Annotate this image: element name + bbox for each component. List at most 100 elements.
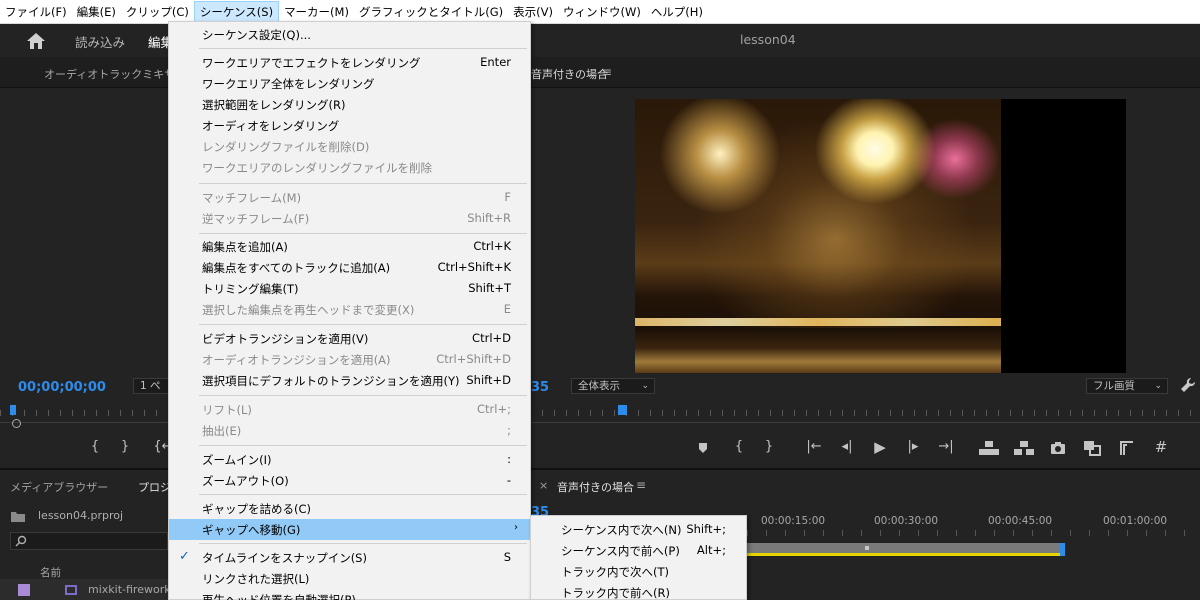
menu-item-auto-select-playhead[interactable]: 再生ヘッド位置を自動選択(P): [169, 589, 530, 600]
quality-select[interactable]: フル画質 ⌄: [1086, 378, 1168, 394]
menu-item-label: 編集点を追加(A): [202, 240, 288, 254]
playhead-marker[interactable]: [618, 405, 627, 415]
zoom-select-value: 全体表示: [578, 380, 620, 392]
extract-icon[interactable]: [1014, 441, 1034, 455]
list-item[interactable]: mixkit-fireworks: [0, 579, 176, 600]
add-marker-icon[interactable]: [697, 442, 709, 454]
menu-item-render-selection[interactable]: 選択範囲をレンダリング(R): [169, 94, 530, 115]
timeline-ruler-ticks: [747, 530, 1200, 536]
submenu-item-previous-in-sequence[interactable]: シーケンス内で前へ(P) Alt+;: [531, 540, 746, 561]
mark-in-button[interactable]: {: [84, 437, 106, 457]
menu-item-render-entire-work-area[interactable]: ワークエリア全体をレンダリング: [169, 73, 530, 94]
menu-edit[interactable]: 編集(E): [72, 1, 121, 23]
submenu-item-next-in-sequence[interactable]: シーケンス内で次へ(N) Shift+;: [531, 519, 746, 540]
menu-item-apply-video-transition[interactable]: ビデオトランジションを適用(V) Ctrl+D: [169, 328, 530, 349]
clip-icon: [65, 585, 77, 595]
wrench-icon[interactable]: [1180, 377, 1196, 393]
step-back-button[interactable]: ◂|: [836, 437, 858, 457]
menu-item-label: 選択した編集点を再生ヘッドまで変更(X): [202, 303, 415, 317]
label-color-swatch[interactable]: [18, 584, 30, 596]
menu-window[interactable]: ウィンドウ(W): [558, 1, 646, 23]
menu-item-snap-in-timeline[interactable]: ✓ タイムラインをスナップイン(S) S: [169, 547, 530, 568]
menu-item-render-effects-in-work-area[interactable]: ワークエリアでエフェクトをレンダリング Enter: [169, 52, 530, 73]
menu-item-shortcut: S: [503, 550, 511, 564]
step-forward-button[interactable]: |▸: [902, 437, 924, 457]
menu-item-trim-edit[interactable]: トリミング編集(T) Shift+T: [169, 278, 530, 299]
submenu-item-label: シーケンス内で次へ(N): [561, 523, 682, 537]
menu-sequence[interactable]: シーケンス(S): [193, 0, 280, 23]
menu-item-extract: 抽出(E);: [169, 420, 530, 441]
menu-item-label: タイムラインをスナップイン(S): [202, 551, 367, 565]
menu-item-render-audio[interactable]: オーディオをレンダリング: [169, 115, 530, 136]
ruler-time-label: 00:00:45:00: [988, 515, 1053, 527]
menu-item-label: レンダリングファイルを削除(D): [202, 140, 370, 154]
menu-separator: [199, 445, 527, 446]
menu-item-linked-selection[interactable]: リンクされた選択(L): [169, 568, 530, 589]
menu-item-apply-default-transitions[interactable]: 選択項目にデフォルトのトランジションを適用(Y) Shift+D: [169, 370, 530, 391]
menu-item-label: リフト(L): [202, 403, 252, 417]
timeline-work-area-bar[interactable]: [747, 543, 1062, 556]
menu-item-label: シーケンス設定(Q)...: [202, 28, 311, 42]
camera-icon[interactable]: [1050, 441, 1066, 455]
zoom-select[interactable]: 全体表示 ⌄: [571, 378, 655, 394]
ruler-time-label: 00:00:30:00: [874, 515, 939, 527]
submenu-item-label: トラック内で次へ(T): [561, 565, 669, 579]
tab-timeline[interactable]: 音声付きの場合: [557, 479, 634, 495]
menu-item-shortcut: E: [503, 302, 511, 316]
work-area-end-handle[interactable]: [1060, 543, 1065, 556]
mark-out-button[interactable]: }: [114, 437, 136, 457]
menu-item-label: マッチフレーム(M): [202, 191, 302, 205]
menu-item-add-edit[interactable]: 編集点を追加(A) Ctrl+K: [169, 236, 530, 257]
program-timecode[interactable]: 35: [531, 380, 549, 395]
timeline-tab-close-icon[interactable]: ×: [539, 479, 548, 492]
zoom-handle[interactable]: [12, 419, 21, 428]
menu-item-shortcut: Ctrl+Shift+K: [437, 260, 511, 274]
menu-view[interactable]: 表示(V): [508, 1, 558, 23]
menu-item-zoom-in[interactable]: ズームイン(I):: [169, 449, 530, 470]
home-icon[interactable]: [26, 32, 46, 50]
tab-program-monitor[interactable]: 音声付きの場合: [531, 66, 608, 82]
column-header-name[interactable]: 名前: [40, 565, 61, 580]
menu-item-label: ズームアウト(O): [202, 474, 289, 488]
comparison-view-icon[interactable]: [1083, 440, 1101, 456]
menu-clip[interactable]: クリップ(C): [121, 1, 194, 23]
menu-item-lift: リフト(L) Ctrl+;: [169, 399, 530, 420]
tab-media-browser[interactable]: メディアブラウザー: [10, 479, 108, 495]
playhead-marker[interactable]: [10, 405, 16, 415]
lift-icon[interactable]: [979, 441, 999, 455]
tab-import[interactable]: 読み込み: [75, 32, 125, 51]
panel-menu-icon[interactable]: ≡: [602, 65, 612, 79]
button-editor-icon[interactable]: #: [1150, 437, 1172, 457]
menu-item-add-edit-all-tracks[interactable]: 編集点をすべてのトラックに追加(A) Ctrl+Shift+K: [169, 257, 530, 278]
play-button[interactable]: ▶: [869, 437, 891, 457]
panel-menu-icon[interactable]: ≡: [636, 478, 646, 492]
submenu-item-previous-in-track[interactable]: トラック内で前へ(R): [531, 582, 746, 600]
tab-audio-track-mixer[interactable]: オーディオトラックミキサー: [44, 66, 186, 82]
source-page-select[interactable]: 1 ペー: [133, 378, 169, 394]
menu-item-close-gap[interactable]: ギャップを詰める(C): [169, 498, 530, 519]
tab-project[interactable]: プロジ: [138, 479, 171, 495]
source-time-ruler[interactable]: [0, 402, 168, 428]
menu-file[interactable]: ファイル(F): [0, 1, 72, 23]
menu-item-go-to-gap[interactable]: ギャップへ移動(G) ›: [169, 519, 530, 540]
ruler-track: [0, 422, 168, 423]
menu-item-zoom-out[interactable]: ズームアウト(O) -: [169, 470, 530, 491]
menu-help[interactable]: ヘルプ(H): [646, 1, 708, 23]
ruler-ticks: [530, 410, 1200, 416]
menu-graphics[interactable]: グラフィックとタイトル(G): [354, 1, 508, 23]
menu-item-label: ギャップへ移動(G): [202, 523, 301, 537]
menu-item-sequence-settings[interactable]: シーケンス設定(Q)...: [169, 24, 530, 45]
project-search-input[interactable]: [10, 532, 168, 550]
goto-in-button[interactable]: |←: [803, 437, 825, 457]
menu-marker[interactable]: マーカー(M): [279, 1, 354, 23]
submenu-item-next-in-track[interactable]: トラック内で次へ(T): [531, 561, 746, 582]
source-timecode[interactable]: 00;00;00;00: [18, 380, 106, 395]
mark-in-button[interactable]: {: [728, 437, 750, 457]
goto-out-button[interactable]: →|: [935, 437, 957, 457]
work-area-grip[interactable]: [865, 546, 869, 550]
safe-margins-icon[interactable]: [1119, 440, 1135, 456]
mark-out-button[interactable]: }: [758, 437, 780, 457]
menu-item-shortcut: ;: [507, 423, 511, 437]
chevron-right-icon: ›: [514, 522, 518, 533]
program-time-ruler[interactable]: [530, 402, 1200, 424]
